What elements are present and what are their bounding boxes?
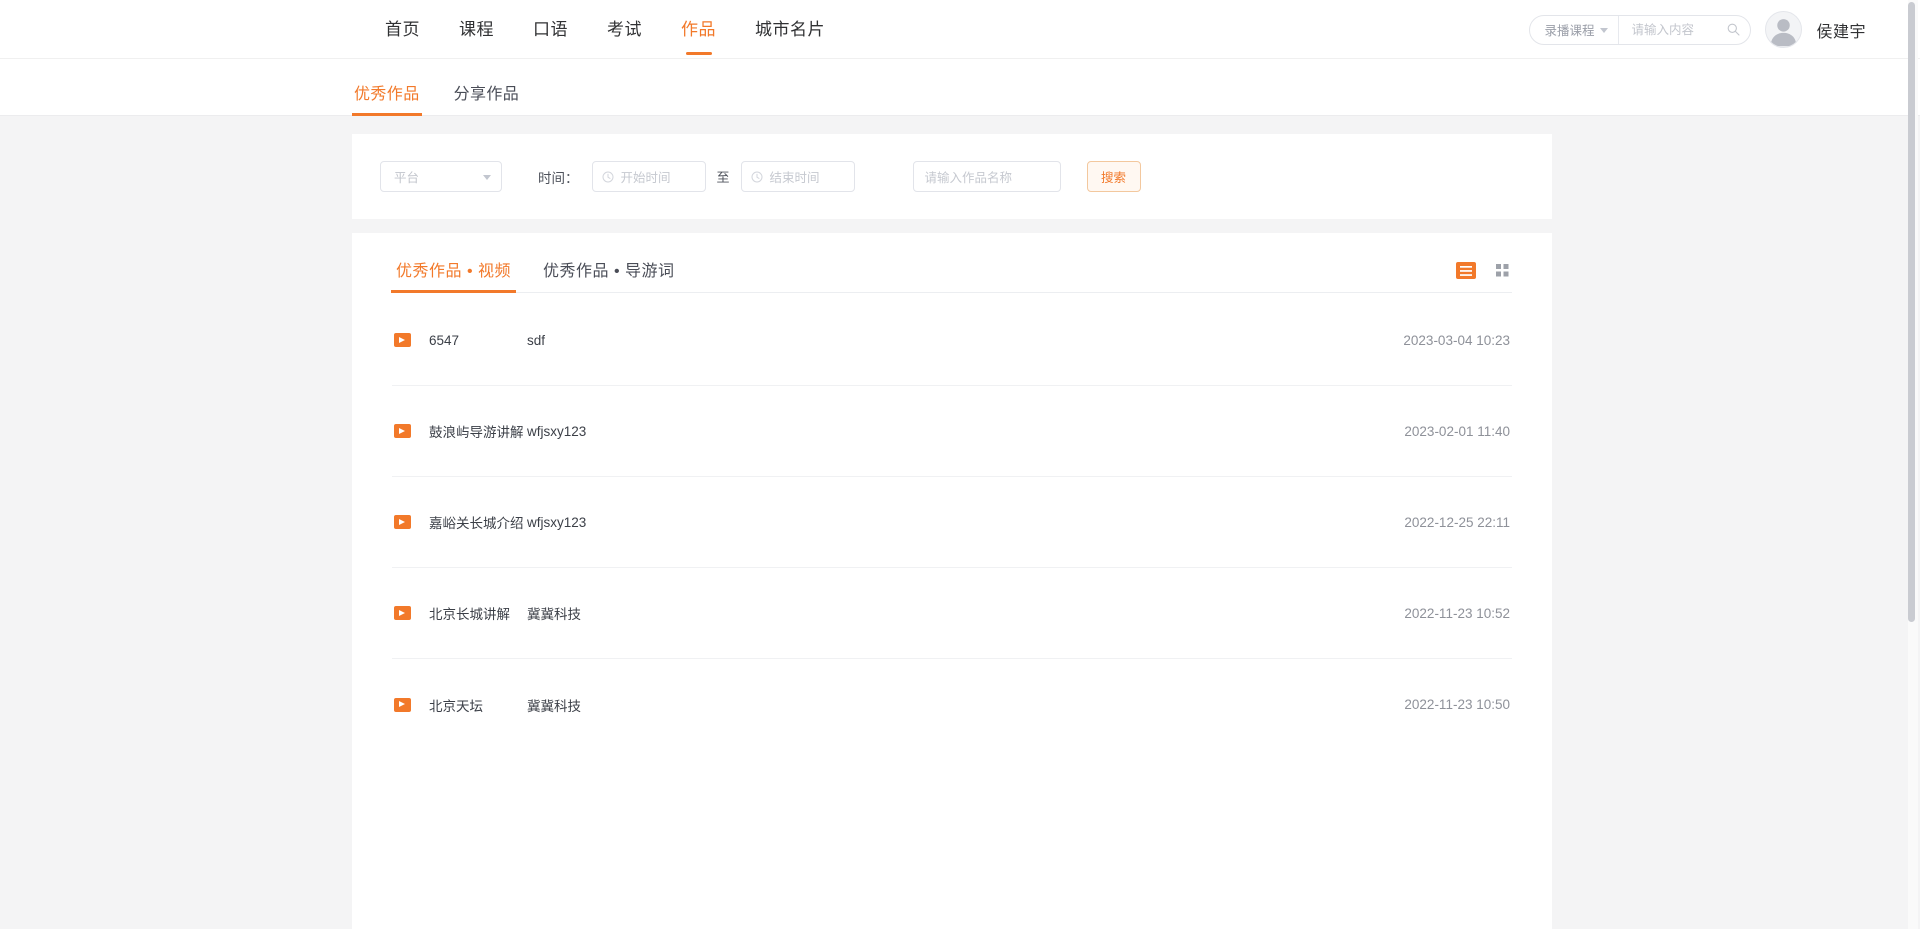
search-category-select[interactable]: 录播课程	[1530, 15, 1620, 44]
date-range-separator: 至	[716, 170, 730, 185]
video-icon	[394, 515, 411, 529]
chevron-down-icon	[1600, 27, 1609, 33]
platform-select[interactable]: 平台	[380, 161, 502, 192]
work-title: 北京天坛	[429, 698, 483, 714]
video-icon	[394, 333, 411, 347]
work-time: 2023-02-01 11:40	[1404, 423, 1510, 439]
user-avatar-icon	[1771, 19, 1797, 47]
avatar[interactable]	[1765, 11, 1803, 48]
works-subtabs: 优秀作品 • 视频 优秀作品 • 导游词	[391, 233, 1512, 293]
clock-icon	[751, 171, 763, 182]
work-author: wfjsxy123	[527, 514, 587, 530]
clock-icon	[602, 171, 613, 182]
work-author: sdf	[527, 332, 546, 348]
video-icon	[394, 606, 411, 620]
filter-bar: 平台 时间： 开始时间 至 结束时间 请输入作品名称 搜索	[352, 134, 1552, 219]
nav-item-speaking[interactable]: 口语	[533, 0, 568, 59]
end-date-placeholder: 结束时间	[769, 171, 820, 185]
grid-view-toggle[interactable]	[1492, 262, 1512, 279]
work-title: 鼓浪屿导游讲解	[429, 425, 524, 440]
search-input-wrap	[1619, 16, 1750, 44]
work-title: 北京长城讲解	[429, 607, 510, 622]
table-row[interactable]: 北京长城讲解 冀冀科技 2022-11-23 10:52	[392, 568, 1512, 659]
page-scrollbar-track[interactable]	[1908, 0, 1918, 929]
table-row[interactable]: 北京天坛 冀冀科技 2022-11-23 10:50	[392, 659, 1512, 750]
end-date-input[interactable]: 结束时间	[740, 161, 855, 192]
video-icon	[394, 697, 411, 712]
global-search: 录播课程	[1529, 14, 1752, 45]
list-view-icon	[1460, 265, 1472, 276]
table-row[interactable]: 6547 sdf 2023-03-04 10:23	[392, 295, 1512, 386]
start-date-placeholder: 开始时间	[620, 171, 671, 185]
subtab-excellent-video[interactable]: 优秀作品 • 视频	[391, 257, 516, 293]
work-time: 2022-11-23 10:50	[1404, 697, 1510, 712]
time-label: 时间：	[538, 170, 579, 186]
main-nav: 首页 课程 口语 考试 作品 城市名片	[385, 0, 825, 59]
content-area: 平台 时间： 开始时间 至 结束时间 请输入作品名称 搜索 优秀作品 • 视频 …	[352, 134, 1552, 929]
work-title: 嘉峪关长城介绍	[429, 516, 524, 531]
table-row[interactable]: 嘉峪关长城介绍 wfjsxy123 2022-12-25 22:11	[392, 477, 1512, 568]
work-author: 冀冀科技	[527, 607, 581, 622]
works-rows: 6547 sdf 2023-03-04 10:23 鼓浪屿导游讲解 wfjsxy…	[392, 293, 1512, 750]
tab-shared-works[interactable]: 分享作品	[454, 80, 520, 115]
subtab-excellent-guide-text[interactable]: 优秀作品 • 导游词	[543, 257, 675, 292]
nav-item-courses[interactable]: 课程	[459, 0, 494, 59]
top-navigation-bar: 首页 课程 口语 考试 作品 城市名片 录播课程 请输入内容 侯建宇	[0, 0, 1920, 59]
page-scrollbar-thumb[interactable]	[1908, 2, 1915, 622]
search-icon[interactable]	[1727, 23, 1741, 36]
works-list-card: 优秀作品 • 视频 优秀作品 • 导游词 6547 sdf 2023-03-04…	[352, 233, 1552, 929]
search-button[interactable]: 搜索	[1086, 161, 1141, 192]
username-label[interactable]: 侯建宇	[1816, 18, 1866, 42]
work-name-placeholder: 请输入作品名称	[924, 171, 1013, 185]
header-right-area: 录播课程 侯建宇	[1529, 0, 1866, 59]
platform-select-label: 平台	[394, 171, 420, 185]
view-mode-toggles	[1456, 262, 1512, 279]
work-time: 2022-12-25 22:11	[1404, 514, 1510, 530]
grid-view-icon	[1495, 264, 1508, 277]
nav-item-city-card[interactable]: 城市名片	[755, 0, 825, 59]
search-input[interactable]	[1631, 22, 1710, 37]
table-row[interactable]: 鼓浪屿导游讲解 wfjsxy123 2023-02-01 11:40	[392, 386, 1512, 477]
work-time: 2022-11-23 10:52	[1404, 605, 1510, 621]
work-author: 冀冀科技	[527, 698, 581, 714]
nav-item-exam[interactable]: 考试	[607, 0, 642, 59]
list-view-toggle[interactable]	[1456, 262, 1476, 279]
tab-excellent-works[interactable]: 优秀作品	[352, 80, 422, 116]
page-tabstrip-inner: 优秀作品 分享作品	[352, 80, 520, 116]
start-date-input[interactable]: 开始时间	[591, 161, 706, 192]
search-category-label: 录播课程	[1544, 24, 1595, 38]
work-time: 2023-03-04 10:23	[1403, 332, 1510, 348]
nav-item-home[interactable]: 首页	[385, 0, 420, 59]
work-name-input[interactable]: 请输入作品名称	[912, 161, 1061, 192]
chevron-down-icon	[483, 174, 491, 180]
work-title: 6547	[429, 332, 460, 348]
video-icon	[394, 424, 411, 438]
nav-item-works[interactable]: 作品	[681, 0, 716, 59]
page-tabstrip: 优秀作品 分享作品	[0, 59, 1920, 116]
work-author: wfjsxy123	[527, 423, 587, 439]
